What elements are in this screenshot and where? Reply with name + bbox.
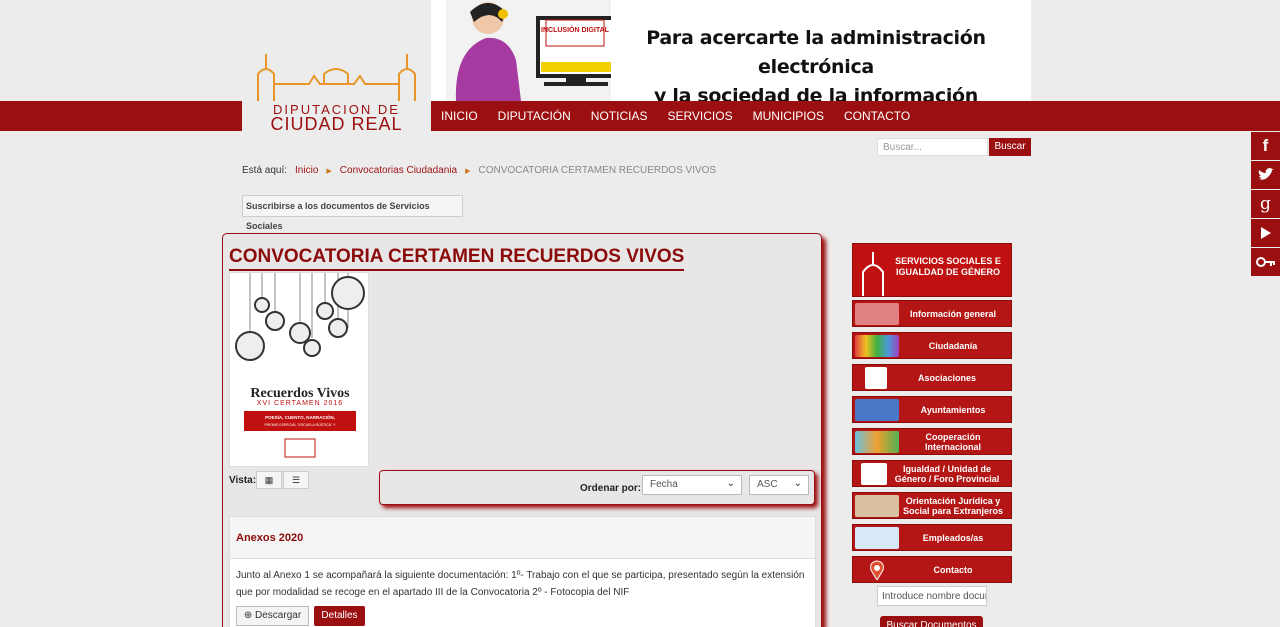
sort-bar: Ordenar por: Fecha ⌄ ASC ⌄ [379, 470, 815, 505]
svg-text:PREMIO ESPECIAL "ESCUELA RÚSTI: PREMIO ESPECIAL "ESCUELA RÚSTICA" Y [265, 423, 337, 427]
poster-image[interactable]: Recuerdos Vivos XVI CERTAMEN 2016 POESÍA… [229, 272, 369, 467]
sidebar-item-cooperacion[interactable]: Cooperación Internacional [852, 428, 1012, 455]
monitor-label: INCLUSIÓN DIGITAL [541, 25, 610, 34]
breadcrumb-separator-icon: ▶ [326, 167, 332, 175]
details-button[interactable]: Detalles [314, 606, 365, 626]
palace-logo-icon [257, 54, 416, 101]
person-at-computer-illustration: INCLUSIÓN DIGITAL [446, 0, 611, 101]
banner-line2: y la sociedad de la información [653, 85, 979, 101]
sidebar-item-label: Ciudadanía [928, 340, 978, 351]
sort-direction-select[interactable]: ASC ⌄ [749, 475, 809, 495]
document-title[interactable]: Anexos 2020 [230, 517, 815, 559]
nav-inicio[interactable]: INICIO [431, 101, 488, 131]
people-icon [855, 334, 899, 357]
document-search-button[interactable]: Buscar Documentos [880, 616, 983, 627]
sidebar-item-label: Información general [909, 308, 997, 319]
sidebar-item-informacion-general[interactable]: Información general [852, 300, 1012, 327]
sort-field-value: Fecha [650, 479, 678, 490]
breadcrumb: Está aquí: Inicio ▶ Convocatorias Ciudad… [242, 165, 716, 176]
pocket-watches-illustration: Recuerdos Vivos XVI CERTAMEN 2016 POESÍA… [235, 273, 365, 458]
sidebar-item-ayuntamientos[interactable]: Ayuntamientos [852, 396, 1012, 423]
sidebar-item-label: Empleados/as [922, 532, 984, 543]
banner-line1: Para acercarte la administración electró… [646, 27, 986, 78]
view-label: Vista: [229, 475, 257, 486]
group-icon [865, 366, 887, 389]
sidebar-header-title: SERVICIOS SOCIALES E IGUALDAD DE GÉNERO [895, 256, 1001, 277]
youtube-icon[interactable] [1251, 219, 1280, 247]
globe-icon [855, 430, 899, 453]
breadcrumb-convocatorias[interactable]: Convocatorias Ciudadania [340, 165, 457, 176]
download-icon: ⊕ [243, 610, 253, 621]
sidebar-item-label: Igualdad / Unidad de Género / Foro Provi… [894, 463, 1000, 484]
map-pin-icon [855, 558, 899, 581]
poster-subtitle: XVI CERTAMEN 2016 [257, 400, 343, 407]
sort-field-select[interactable]: Fecha ⌄ [642, 475, 742, 495]
download-button[interactable]: ⊕ Descargar [236, 606, 309, 626]
sidebar-item-igualdad[interactable]: Igualdad / Unidad de Género / Foro Provi… [852, 460, 1012, 487]
search-button[interactable]: Buscar [989, 138, 1031, 156]
social-bar: f g [1251, 132, 1280, 277]
search-input[interactable]: Buscar... [877, 138, 988, 156]
nav-noticias[interactable]: NOTICIAS [581, 101, 658, 131]
main-nav: INICIO DIPUTACIÓN NOTICIAS SERVICIOS MUN… [431, 101, 920, 131]
breadcrumb-inicio[interactable]: Inicio [295, 165, 318, 176]
chevron-down-icon: ⌄ [793, 478, 802, 489]
svg-text:POESÍA, CUENTO, NARRACIÓN,: POESÍA, CUENTO, NARRACIÓN, [265, 413, 335, 420]
subscribe-button[interactable]: Suscribirse a los documentos de Servicio… [242, 195, 463, 231]
facebook-icon[interactable]: f [1251, 132, 1280, 160]
breadcrumb-current: CONVOCATORIA CERTAMEN RECUERDOS VIVOS [478, 165, 717, 176]
download-label: Descargar [255, 610, 302, 621]
banner-headline: Para acercarte la administración electró… [601, 24, 1031, 101]
logo-text-line2: CIUDAD REAL [270, 114, 403, 134]
sidebar-item-label: Cooperación Internacional [924, 431, 981, 452]
sidebar-item-asociaciones[interactable]: Asociaciones [852, 364, 1012, 391]
sidebar-item-label: Contacto [933, 564, 973, 575]
nav-servicios[interactable]: SERVICIOS [657, 101, 742, 131]
twitter-icon[interactable] [1251, 161, 1280, 189]
employees-icon [855, 526, 899, 549]
town-hall-icon [855, 398, 899, 421]
page-title: CONVOCATORIA CERTAMEN RECUERDOS VIVOS [229, 246, 685, 271]
sidebar-header[interactable]: SERVICIOS SOCIALES E IGUALDAD DE GÉNERO [852, 243, 1012, 297]
grid-view-icon[interactable]: ▦ [256, 471, 282, 489]
sidebar-item-label: Orientación Jurídica y Social para Extra… [902, 495, 1004, 516]
sort-direction-value: ASC [757, 479, 778, 490]
nav-municipios[interactable]: MUNICIPIOS [743, 101, 834, 131]
document-description: Junto al Anexo 1 se acompañará la siguie… [236, 570, 805, 598]
document-icon [855, 302, 899, 325]
poster-title: Recuerdos Vivos [250, 386, 350, 401]
document-search-input[interactable]: Introduce nombre docun [877, 586, 987, 606]
main-content-panel: CONVOCATORIA CERTAMEN RECUERDOS VIVOS Re… [222, 233, 822, 627]
gender-icon [861, 462, 887, 485]
nav-contacto[interactable]: CONTACTO [834, 101, 920, 131]
sidebar-item-contacto[interactable]: Contacto [852, 556, 1012, 583]
chevron-down-icon: ⌄ [726, 478, 735, 489]
google-plus-icon[interactable]: g [1251, 190, 1280, 218]
list-view-icon[interactable]: ☰ [283, 471, 309, 489]
breadcrumb-label: Está aquí: [242, 165, 288, 176]
breadcrumb-separator-icon: ▶ [465, 167, 471, 175]
inclusion-digital-banner[interactable]: INCLUSIÓN DIGITAL Para acercarte la admi… [431, 0, 1031, 101]
sidebar-item-orientacion[interactable]: Orientación Jurídica y Social para Extra… [852, 492, 1012, 519]
gavel-icon [855, 494, 899, 517]
key-icon[interactable] [1251, 248, 1280, 276]
site-logo[interactable]: DIPUTACION DE CIUDAD REAL [242, 0, 431, 134]
sidebar-item-empleados[interactable]: Empleados/as [852, 524, 1012, 551]
sort-label: Ordenar por: [580, 483, 642, 494]
sidebar-item-label: Ayuntamientos [920, 404, 986, 415]
nav-diputacion[interactable]: DIPUTACIÓN [488, 101, 581, 131]
sidebar-item-ciudadania[interactable]: Ciudadanía [852, 332, 1012, 359]
document-card: Anexos 2020 Junto al Anexo 1 se acompaña… [229, 516, 816, 627]
sidebar-item-label: Asociaciones [917, 372, 977, 383]
